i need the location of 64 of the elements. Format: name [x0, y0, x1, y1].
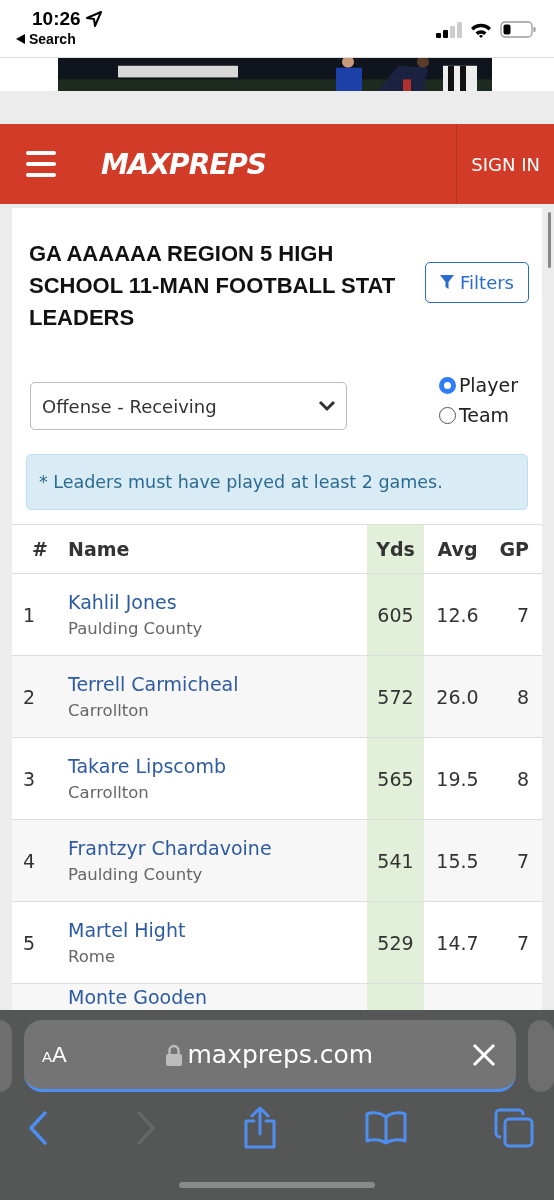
games-cell-text: 7 — [515, 848, 530, 874]
filter-icon — [440, 275, 455, 290]
url-text: maxpreps.com — [187, 1040, 374, 1069]
school-name: Rome — [68, 947, 116, 966]
book-icon[interactable] — [364, 1111, 407, 1145]
player-name-link[interactable]: Terrell Carmicheal — [68, 673, 239, 695]
category-dropdown[interactable]: Offense - Receiving — [30, 382, 347, 430]
location-arrow-icon — [84, 10, 103, 28]
games-cell-text: 7 — [515, 930, 530, 956]
player-name-link[interactable]: Kahlil Jones — [68, 591, 177, 613]
wifi-icon — [470, 21, 492, 38]
page-title: GA AAAAAA REGION 5 HIGH SCHOOL 11-MAN FOOTBALL STAT LEADERS — [29, 240, 397, 332]
rank-cell-text: 2 — [22, 684, 37, 710]
chevron-down-icon — [318, 400, 336, 412]
column-header[interactable]: Avg — [424, 525, 491, 573]
player-name-link[interactable]: Frantzyr Chardavoine — [68, 837, 272, 859]
tab-preview[interactable] — [528, 1020, 554, 1092]
school-name: Carrollton — [68, 783, 149, 802]
signal-icon — [436, 21, 462, 38]
lock-icon — [165, 1043, 182, 1066]
back-icon[interactable] — [28, 1111, 48, 1145]
column-header[interactable]: Yds — [367, 525, 424, 573]
average-cell-text: 19.5 — [435, 766, 480, 792]
school-name: Paulding County — [68, 619, 203, 638]
battery-icon — [500, 21, 536, 38]
sign-in-button[interactable]: SIGN IN — [456, 124, 554, 204]
average-cell-text: 14.7 — [435, 930, 480, 956]
yards-cell: 605 — [367, 574, 424, 655]
average-cell-text: 15.5 — [435, 848, 480, 874]
yards-cell: 565 — [367, 738, 424, 819]
site-logo[interactable]: MAXPREPS — [101, 147, 267, 181]
view-radio[interactable]: Team — [438, 404, 518, 426]
menu-icon[interactable] — [26, 151, 56, 177]
rank-cell-text: 1 — [22, 602, 37, 628]
tabs-icon[interactable] — [494, 1108, 534, 1148]
column-header[interactable]: # — [12, 525, 68, 573]
player-name-link[interactable]: Takare Lipscomb — [68, 755, 226, 777]
filters-button[interactable]: Filters — [425, 262, 529, 303]
text-size-button[interactable]: AA — [42, 1041, 67, 1068]
share-icon[interactable] — [243, 1107, 277, 1149]
yards-cell: 541 — [367, 820, 424, 901]
games-cell-text: 8 — [515, 766, 530, 792]
rank-cell-text: 3 — [22, 766, 37, 792]
average-cell-text: 12.6 — [435, 602, 480, 628]
average-cell-text: 26.0 — [435, 684, 480, 710]
address-bar[interactable]: AA maxpreps.com — [24, 1020, 516, 1092]
yards-cell: 572 — [367, 656, 424, 737]
games-cell-text: 8 — [515, 684, 530, 710]
school-name: Carrollton — [68, 701, 149, 720]
column-header[interactable]: GP — [491, 525, 541, 573]
status-time: 10:26 — [32, 8, 81, 30]
back-triangle-icon — [16, 34, 25, 44]
back-to-search-link[interactable]: Search — [16, 31, 103, 47]
school-name: Paulding County — [68, 865, 203, 884]
close-icon[interactable] — [472, 1042, 496, 1067]
notice-alert: * Leaders must have played at least 2 games. — [26, 454, 528, 510]
view-radio[interactable]: Player — [438, 374, 518, 396]
scrollbar[interactable] — [548, 212, 551, 268]
rank-cell-text: 5 — [22, 930, 37, 956]
yards-cell: 529 — [367, 902, 424, 983]
player-name-link[interactable]: Martel Hight — [68, 919, 186, 941]
games-cell-text: 7 — [515, 602, 530, 628]
rank-cell-text: 4 — [22, 848, 37, 874]
column-header[interactable]: Name — [68, 525, 367, 573]
